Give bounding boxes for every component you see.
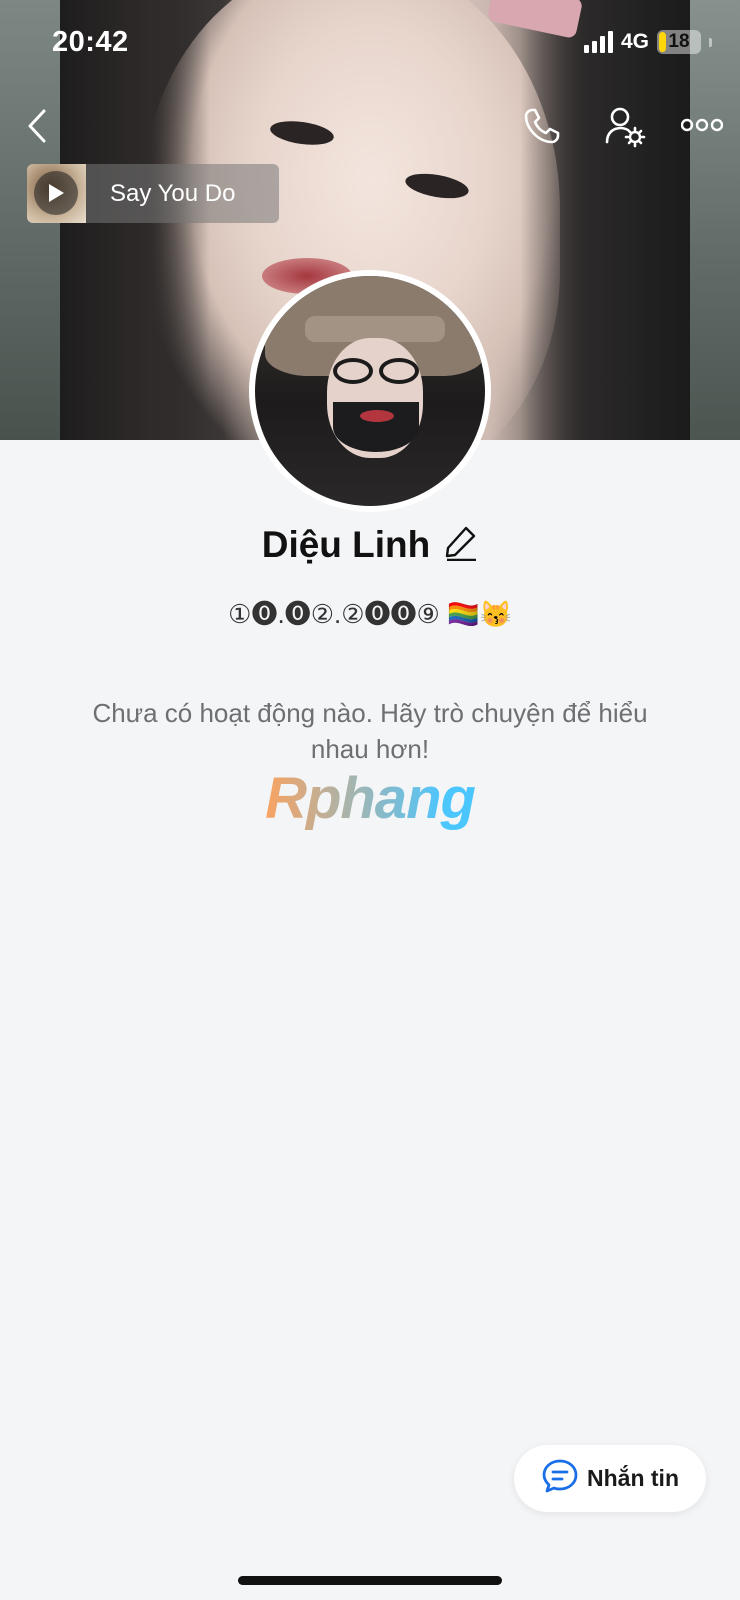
play-icon[interactable] — [34, 171, 78, 215]
back-chevron-icon[interactable] — [20, 106, 54, 146]
send-message-button[interactable]: Nhắn tin — [514, 1445, 706, 1512]
network-type: 4G — [620, 30, 649, 53]
profile-bio: ①⓿.⓿②.②⓿⓿⑨ 🏳️‍🌈😽 — [228, 599, 512, 629]
profile-name: Diệu Linh — [261, 524, 431, 565]
pencil-icon[interactable] — [444, 525, 478, 566]
music-title: Say You Do — [110, 179, 236, 207]
profile-music-player[interactable]: Say You Do — [27, 164, 279, 223]
battery-icon: 18 — [657, 30, 701, 54]
more-dots-icon[interactable] — [680, 112, 724, 138]
music-cover-thumbnail — [27, 164, 86, 223]
status-time: 20:42 — [52, 26, 129, 58]
avatar[interactable] — [249, 270, 491, 512]
profile-name-row: Diệu Linh — [0, 524, 740, 566]
watermark-logo: Rphang — [0, 765, 740, 832]
battery-level: 18 — [668, 31, 690, 52]
user-settings-icon[interactable] — [602, 104, 648, 150]
cellular-signal-icon — [583, 31, 613, 53]
phone-icon[interactable] — [520, 104, 564, 148]
send-message-label: Nhắn tin — [587, 1465, 679, 1491]
status-indicators: 4G 18 — [583, 30, 712, 54]
empty-activity-message: Chưa có hoạt động nào. Hãy trò chuyện để… — [92, 698, 648, 764]
profile-screen: 20:42 4G 18 Say You Do Diệu Linh ①⓿.⓿②.②… — [0, 0, 740, 1600]
home-indicator[interactable] — [238, 1576, 502, 1585]
chat-bubble-icon — [541, 1458, 579, 1499]
